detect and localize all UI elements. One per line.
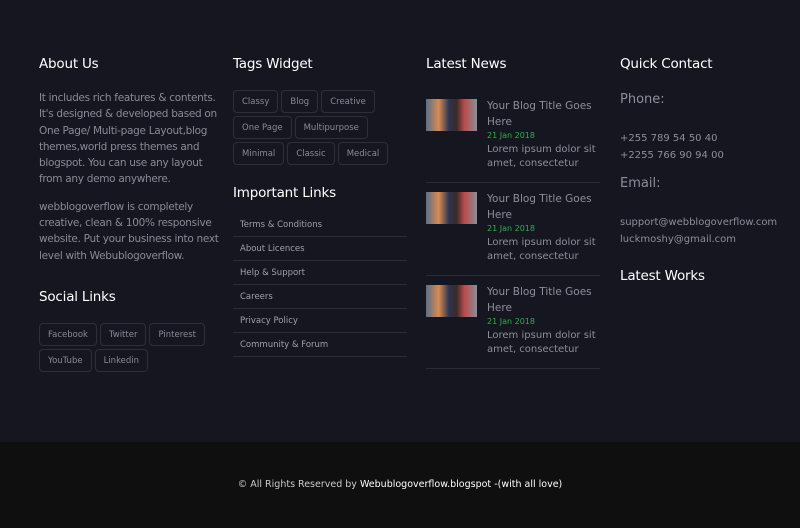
- news-excerpt: Lorem ipsum dolor sit amet, consectetur: [487, 330, 596, 355]
- news-title: Latest News: [426, 56, 507, 72]
- about-text-2: webblogoverflow is completely creative, …: [39, 200, 219, 262]
- social-links: Facebook Twitter Pinterest YouTube Linke…: [39, 322, 214, 372]
- news-excerpt: Lorem ipsum dolor sit amet, consectetur: [487, 144, 596, 169]
- copyright-prefix: © All Rights Reserved by: [237, 479, 357, 490]
- news-title-text[interactable]: Your Blog Title Goes Here: [487, 284, 600, 316]
- news-thumbnail: [426, 99, 477, 131]
- link-help[interactable]: Help & Support: [233, 261, 407, 285]
- news-thumbnail: [426, 192, 477, 224]
- link-careers[interactable]: Careers: [233, 285, 407, 309]
- news-title-text[interactable]: Your Blog Title Goes Here: [487, 191, 600, 223]
- link-privacy[interactable]: Privacy Policy: [233, 309, 407, 333]
- tag-classy[interactable]: Classy: [233, 90, 279, 113]
- copyright-brand-link[interactable]: Webublogoverflow.blogspot: [360, 479, 491, 490]
- link-terms[interactable]: Terms & Conditions: [233, 213, 407, 237]
- social-youtube[interactable]: YouTube: [39, 348, 92, 372]
- news-date: 21 Jan 2018: [487, 224, 535, 233]
- copyright-bar: © All Rights Reserved by Webublogoverflo…: [0, 442, 800, 528]
- tag-classic[interactable]: Classic: [287, 142, 335, 165]
- email-label: Email:: [620, 176, 661, 191]
- email-2[interactable]: luckmoshy@gmail.com: [620, 232, 790, 249]
- email-1[interactable]: support@webblogoverflow.com: [620, 215, 790, 232]
- copyright-suffix: -(with all love): [494, 479, 563, 490]
- tag-list: Classy Blog Creative One Page Multipurpo…: [233, 90, 407, 165]
- social-linkedin[interactable]: Linkedin: [94, 348, 149, 372]
- tags-title: Tags Widget: [233, 56, 313, 72]
- news-date: 21 Jan 2018: [487, 131, 535, 140]
- news-title-text[interactable]: Your Blog Title Goes Here: [487, 98, 600, 130]
- phone-2: +2255 766 90 94 00: [620, 149, 724, 161]
- social-title: Social Links: [39, 288, 116, 305]
- tag-blog[interactable]: Blog: [281, 90, 319, 113]
- news-thumbnail: [426, 285, 477, 317]
- news-excerpt: Lorem ipsum dolor sit amet, consectetur: [487, 237, 596, 262]
- important-links: Terms & Conditions About Licences Help &…: [233, 213, 407, 357]
- news-item[interactable]: Your Blog Title Goes Here 21 Jan 2018 Lore…: [426, 90, 600, 183]
- about-text-1: It includes rich features & contents. It…: [39, 92, 217, 186]
- about-column: About Us It includes rich features & con…: [39, 56, 219, 392]
- links-title: Important Links: [233, 185, 336, 201]
- news-column: Latest News Your Blog Title Goes Here 21 …: [426, 56, 602, 369]
- footer-widgets: About Us It includes rich features & con…: [0, 0, 800, 442]
- about-title: About Us: [39, 56, 99, 72]
- tag-creative[interactable]: Creative: [321, 90, 375, 113]
- tag-multipurpose[interactable]: Multipurpose: [294, 116, 368, 139]
- contact-column: Quick Contact Phone: +255 789 54 50 40 +…: [620, 56, 790, 302]
- tag-medical[interactable]: Medical: [337, 142, 389, 165]
- social-facebook[interactable]: Facebook: [39, 322, 97, 346]
- news-date: 21 Jan 2018: [487, 317, 535, 326]
- contact-title: Quick Contact: [620, 56, 713, 72]
- works-title: Latest Works: [620, 268, 705, 284]
- tag-minimal[interactable]: Minimal: [233, 142, 285, 165]
- news-item[interactable]: Your Blog Title Goes Here 21 Jan 2018 Lore…: [426, 276, 600, 369]
- link-community[interactable]: Community & Forum: [233, 333, 407, 357]
- phone-1: +255 789 54 50 40: [620, 133, 718, 144]
- link-licences[interactable]: About Licences: [233, 237, 407, 261]
- social-twitter[interactable]: Twitter: [99, 322, 147, 346]
- tags-column: Tags Widget Classy Blog Creative One Pag…: [233, 56, 407, 357]
- social-pinterest[interactable]: Pinterest: [149, 322, 206, 346]
- news-item[interactable]: Your Blog Title Goes Here 21 Jan 2018 Lore…: [426, 183, 600, 276]
- phone-label: Phone:: [620, 92, 665, 107]
- tag-one-page[interactable]: One Page: [233, 116, 292, 139]
